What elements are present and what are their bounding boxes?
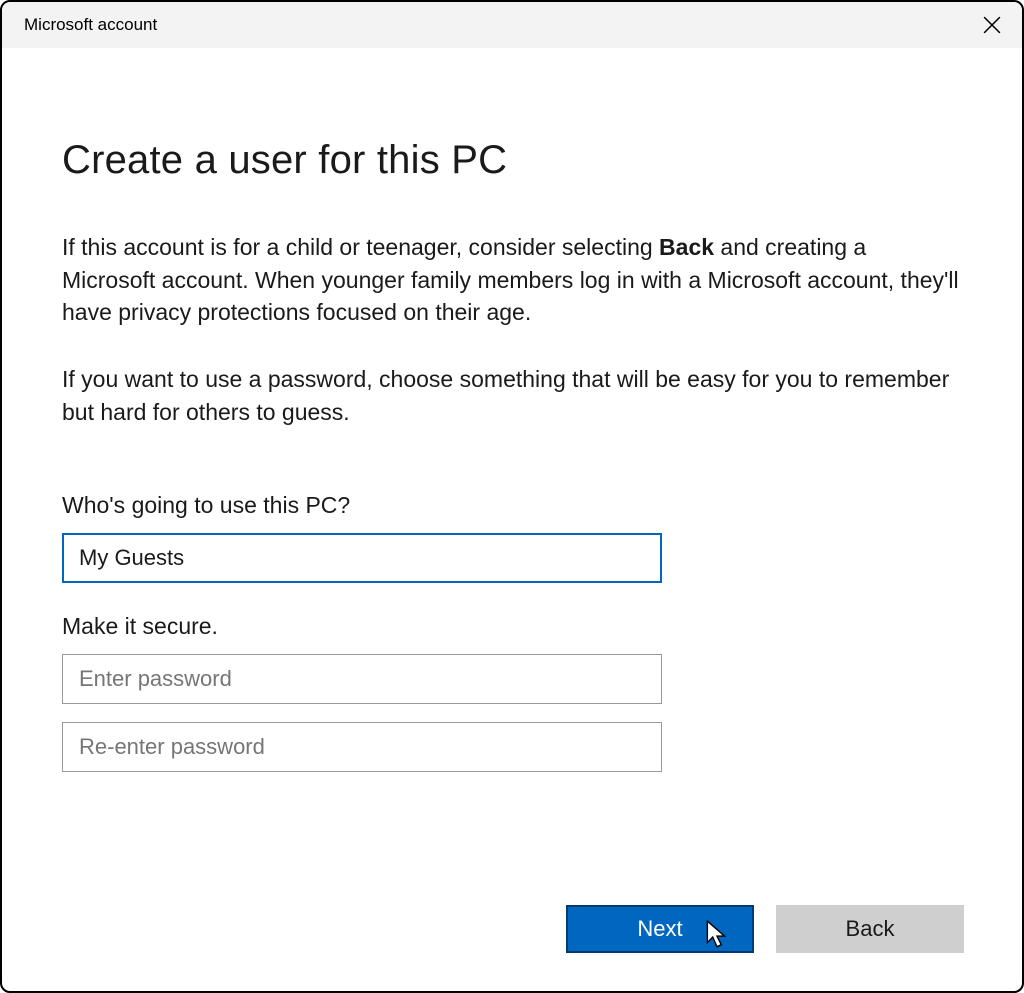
description-1-before: If this account is for a child or teenag…	[62, 234, 659, 260]
close-icon	[983, 16, 1001, 34]
password-field-group	[62, 654, 662, 772]
back-button[interactable]: Back	[776, 905, 964, 953]
username-input[interactable]	[62, 533, 662, 583]
secure-label: Make it secure.	[62, 613, 962, 640]
username-field-group	[62, 533, 662, 583]
titlebar: Microsoft account	[2, 2, 1022, 48]
next-button[interactable]: Next	[566, 905, 754, 953]
password-confirm-input[interactable]	[62, 722, 662, 772]
page-heading: Create a user for this PC	[62, 138, 962, 183]
description-2: If you want to use a password, choose so…	[62, 363, 962, 428]
dialog-content: Create a user for this PC If this accoun…	[2, 48, 1022, 991]
dialog-window: Microsoft account Create a user for this…	[0, 0, 1024, 993]
description-1-bold: Back	[659, 234, 714, 260]
username-label: Who's going to use this PC?	[62, 492, 962, 519]
description-1: If this account is for a child or teenag…	[62, 231, 962, 329]
password-input[interactable]	[62, 654, 662, 704]
dialog-footer: Next Back	[566, 905, 964, 953]
window-title: Microsoft account	[24, 15, 157, 35]
close-button[interactable]	[962, 2, 1022, 48]
